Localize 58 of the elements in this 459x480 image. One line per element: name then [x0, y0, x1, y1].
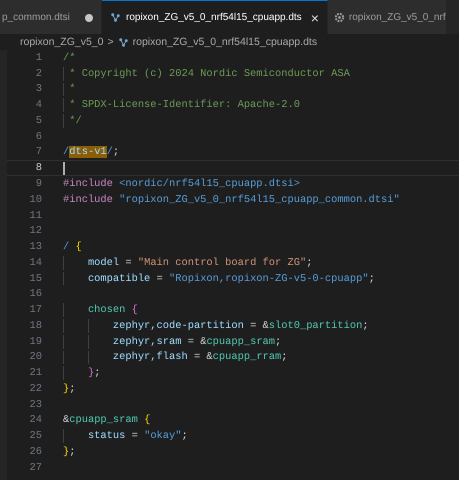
breadcrumb-item[interactable]: ropixon_ZG_v5_0 — [20, 36, 104, 48]
line-number: 26 — [28, 446, 42, 458]
code-line: /* — [63, 52, 76, 64]
code-line: model = "Main control board for ZG"; — [86, 256, 312, 269]
line-number: 9 — [34, 178, 42, 190]
code-line: status = "okay"; — [86, 430, 188, 442]
line-number: 8 — [34, 162, 42, 174]
line-number: 24 — [28, 414, 42, 426]
file-type-icon — [110, 12, 121, 23]
code-line: / { — [63, 241, 82, 254]
file-type-icon — [118, 36, 129, 48]
code-line: &cpuapp_sram { — [63, 414, 150, 426]
line-number: 10 — [28, 194, 42, 206]
code-line: }; — [63, 382, 76, 395]
breadcrumb-separator: > — [107, 36, 114, 48]
breadcrumb-item[interactable]: ropixon_ZG_v5_0_nrf54l15_cpuapp.dts — [132, 36, 318, 48]
editor-tab[interactable]: ropixon_ZG_v5_0_nrf54l15_cpuapp.dts × — [102, 0, 328, 34]
line-number: 25 — [28, 430, 42, 442]
line-number: 23 — [28, 398, 42, 411]
code-line: zephyr,flash = &cpuapp_rram; — [112, 351, 288, 364]
line-number: 7 — [34, 146, 42, 158]
code-line: }; — [63, 446, 76, 458]
code-line: #include "ropixon_ZG_v5_0_nrf54l15_cpuapp_common.dtsi" — [63, 194, 400, 206]
line-number: 4 — [34, 99, 42, 112]
code-line: * — [68, 83, 76, 96]
line-number: 14 — [28, 256, 42, 269]
editor-tab[interactable]: ropixon_ZG_v5_0_nrf — [328, 0, 447, 34]
line-number: 18 — [28, 320, 42, 332]
line-number: 12 — [28, 225, 42, 238]
code-line: * Copyright (c) 2024 Nordic Semiconductor ASA — [68, 68, 350, 80]
code-line: zephyr,code-partition = &slot0_partition; — [112, 320, 369, 332]
line-number: 3 — [34, 83, 42, 96]
line-number: 20 — [28, 351, 42, 364]
code-line: * SPDX-License-Identifier: Apache-2.0 — [68, 99, 300, 112]
code-line: }; — [86, 367, 100, 380]
code-line: chosen { — [86, 304, 138, 316]
close-button[interactable]: × — [306, 10, 319, 24]
editor-tab[interactable]: p_common.dtsi — [0, 0, 102, 34]
line-number: 16 — [28, 288, 42, 300]
line-number: 11 — [28, 210, 42, 222]
line-number: 22 — [28, 382, 42, 395]
text-cursor — [63, 162, 64, 175]
line-number: 15 — [28, 272, 42, 285]
line-number: 6 — [34, 130, 42, 143]
code-line: #include <nordic/nrf54l15_cpuapp.dtsi> — [63, 178, 300, 190]
line-number: 19 — [28, 336, 42, 348]
code-line: zephyr,sram = &cpuapp_sram; — [112, 336, 282, 348]
gear-icon — [334, 12, 345, 23]
line-number: 13 — [28, 241, 42, 254]
line-number: 21 — [28, 367, 42, 380]
code-line: compatible = "Ropixon,ropixon-ZG-v5-0-cpuapp"; — [86, 272, 375, 285]
code-line: */ — [68, 114, 82, 127]
code-line: /dts-v1/; — [63, 146, 120, 158]
line-number: 17 — [28, 304, 42, 316]
line-number: 2 — [34, 68, 42, 80]
line-number: 5 — [34, 114, 42, 127]
line-number: 27 — [28, 462, 42, 474]
line-number: 1 — [34, 52, 42, 64]
